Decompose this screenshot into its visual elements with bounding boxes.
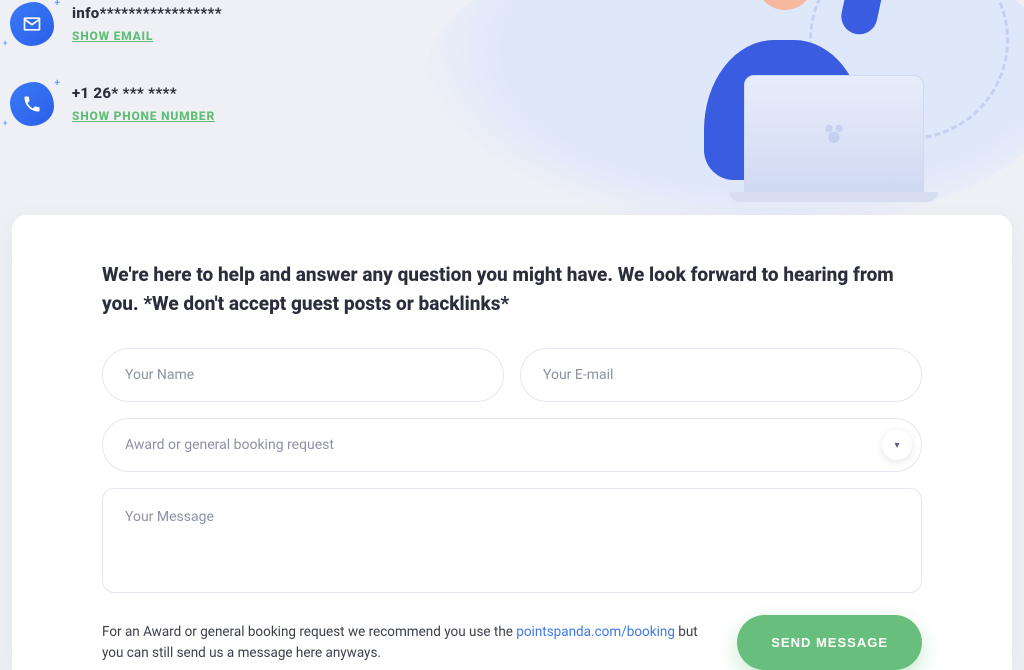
phone-icon: ++ [10, 82, 54, 126]
form-note: For an Award or general booking request … [102, 622, 713, 664]
laptop-logo-icon [819, 119, 849, 149]
show-email-link[interactable]: SHOW EMAIL [72, 29, 153, 43]
contact-form-card: We're here to help and answer any questi… [12, 215, 1012, 670]
name-input[interactable] [102, 348, 504, 402]
subject-select[interactable]: Award or general booking request [102, 418, 922, 472]
email-input[interactable] [520, 348, 922, 402]
form-heading: We're here to help and answer any questi… [102, 261, 922, 318]
phone-contact-block: ++ +1 26* *** **** SHOW PHONE NUMBER [10, 82, 215, 126]
hero-illustration [424, 0, 1024, 220]
contact-info-section: ++ info***************** SHOW EMAIL ++ +… [0, 0, 1024, 210]
email-contact-block: ++ info***************** SHOW EMAIL [10, 2, 222, 46]
show-phone-link[interactable]: SHOW PHONE NUMBER [72, 109, 215, 123]
booking-link[interactable]: pointspanda.com/booking [516, 624, 675, 640]
send-message-button[interactable]: SEND MESSAGE [737, 615, 922, 670]
mail-icon: ++ [10, 2, 54, 46]
email-masked-value: info***************** [72, 4, 222, 22]
phone-masked-value: +1 26* *** **** [72, 84, 215, 102]
note-prefix: For an Award or general booking request … [102, 624, 516, 640]
message-textarea[interactable] [102, 488, 922, 593]
